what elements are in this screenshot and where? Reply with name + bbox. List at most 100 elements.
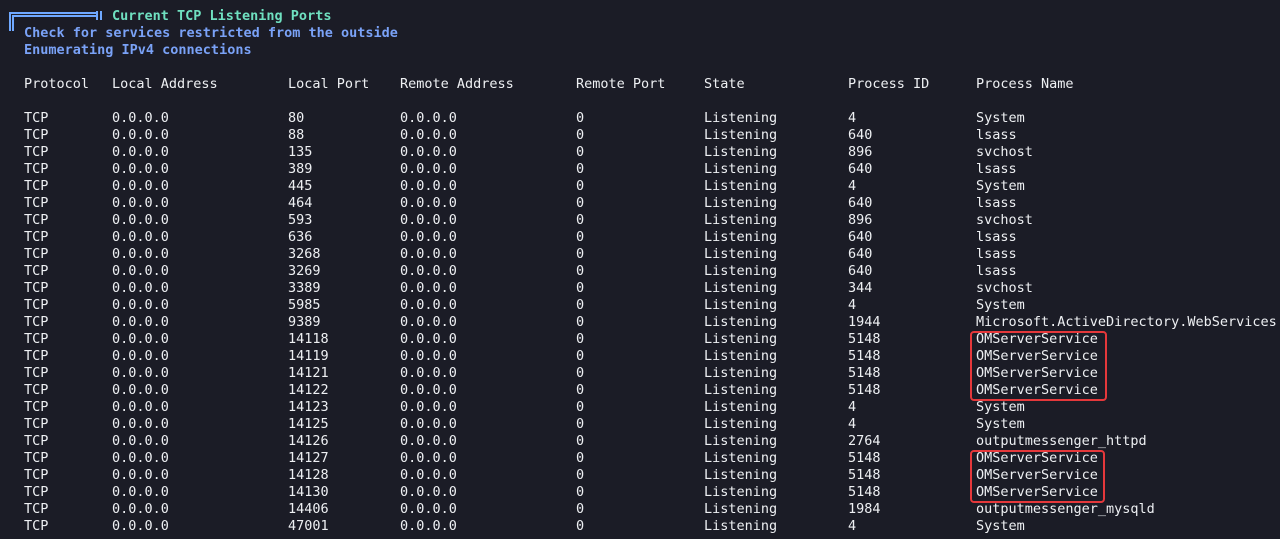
cell-remote-address: 0.0.0.0 — [400, 382, 457, 398]
cell-protocol: TCP — [24, 518, 49, 534]
cell-local-address: 0.0.0.0 — [112, 195, 169, 211]
cell-process-name: lsass — [976, 229, 1017, 245]
column-header-process-name: Process Name — [976, 76, 1074, 92]
cell-process-id: 640 — [848, 195, 873, 211]
cell-state: Listening — [704, 501, 778, 517]
table-row: TCP 0.0.0.0 5985 0.0.0.0 0 Listening 4 System — [0, 297, 1280, 314]
cell-local-address: 0.0.0.0 — [112, 399, 169, 415]
cell-remote-port: 0 — [576, 195, 585, 211]
table-row: TCP 0.0.0.0 14406 0.0.0.0 0 Listening 1984 outp… — [0, 501, 1280, 518]
column-header-remote-port: Remote Port — [576, 76, 666, 92]
cell-process-id: 4 — [848, 518, 857, 534]
cell-process-id: 344 — [848, 280, 873, 296]
cell-state: Listening — [704, 399, 778, 415]
cell-protocol: TCP — [24, 263, 49, 279]
cell-protocol: TCP — [24, 467, 49, 483]
table-row: TCP 0.0.0.0 14123 0.0.0.0 0 Listening 4 System — [0, 399, 1280, 416]
cell-process-name: svchost — [976, 212, 1033, 228]
cell-state: Listening — [704, 433, 778, 449]
cell-local-port: 14119 — [288, 348, 329, 364]
cell-local-address: 0.0.0.0 — [112, 127, 169, 143]
cell-protocol: TCP — [24, 382, 49, 398]
cell-protocol: TCP — [24, 280, 49, 296]
cell-local-port: 14122 — [288, 382, 329, 398]
cell-process-name: System — [976, 518, 1025, 534]
cell-state: Listening — [704, 110, 778, 126]
cell-state: Listening — [704, 195, 778, 211]
cell-remote-address: 0.0.0.0 — [400, 365, 457, 381]
cell-local-address: 0.0.0.0 — [112, 144, 169, 160]
cell-local-port: 14118 — [288, 331, 329, 347]
info-line-restricted: Check for services restricted from the o… — [24, 25, 398, 41]
cell-process-name: lsass — [976, 127, 1017, 143]
cell-local-address: 0.0.0.0 — [112, 212, 169, 228]
cell-local-address: 0.0.0.0 — [112, 246, 169, 262]
cell-process-id: 5148 — [848, 331, 881, 347]
cell-remote-port: 0 — [576, 127, 585, 143]
cell-remote-address: 0.0.0.0 — [400, 518, 457, 534]
cell-protocol: TCP — [24, 195, 49, 211]
cell-state: Listening — [704, 484, 778, 500]
cell-state: Listening — [704, 212, 778, 228]
cell-local-port: 14128 — [288, 467, 329, 483]
cell-state: Listening — [704, 314, 778, 330]
cell-local-address: 0.0.0.0 — [112, 331, 169, 347]
cell-process-name: lsass — [976, 246, 1017, 262]
cell-remote-address: 0.0.0.0 — [400, 314, 457, 330]
cell-process-name: outputmessenger_mysqld — [976, 501, 1155, 517]
cell-remote-address: 0.0.0.0 — [400, 178, 457, 194]
cell-remote-port: 0 — [576, 399, 585, 415]
cell-local-address: 0.0.0.0 — [112, 348, 169, 364]
cell-state: Listening — [704, 382, 778, 398]
table-row: TCP 0.0.0.0 9389 0.0.0.0 0 Listening 1944 Micro… — [0, 314, 1280, 331]
cell-remote-address: 0.0.0.0 — [400, 331, 457, 347]
cell-remote-address: 0.0.0.0 — [400, 212, 457, 228]
table-row: TCP 0.0.0.0 389 0.0.0.0 0 Listening 640 lsass — [0, 161, 1280, 178]
cell-local-port: 14130 — [288, 484, 329, 500]
cell-process-id: 640 — [848, 246, 873, 262]
cell-local-address: 0.0.0.0 — [112, 450, 169, 466]
cell-process-id: 640 — [848, 229, 873, 245]
cell-remote-port: 0 — [576, 229, 585, 245]
cell-local-address: 0.0.0.0 — [112, 365, 169, 381]
cell-protocol: TCP — [24, 127, 49, 143]
table-header: Protocol Local Address Local Port Remote… — [0, 76, 1280, 93]
cell-state: Listening — [704, 467, 778, 483]
cell-process-id: 5148 — [848, 382, 881, 398]
cell-local-address: 0.0.0.0 — [112, 280, 169, 296]
cell-remote-port: 0 — [576, 331, 585, 347]
cell-remote-port: 0 — [576, 416, 585, 432]
cell-protocol: TCP — [24, 450, 49, 466]
cell-remote-address: 0.0.0.0 — [400, 501, 457, 517]
cell-state: Listening — [704, 246, 778, 262]
cell-remote-port: 0 — [576, 144, 585, 160]
cell-local-address: 0.0.0.0 — [112, 467, 169, 483]
table-row: TCP 0.0.0.0 14126 0.0.0.0 0 Listening 2764 outp… — [0, 433, 1280, 450]
highlight-box-omserver-group-1 — [970, 331, 1107, 401]
cell-process-name: lsass — [976, 263, 1017, 279]
cell-remote-address: 0.0.0.0 — [400, 229, 457, 245]
cell-local-port: 135 — [288, 144, 313, 160]
cell-process-id: 4 — [848, 297, 857, 313]
cell-local-address: 0.0.0.0 — [112, 314, 169, 330]
cell-remote-address: 0.0.0.0 — [400, 484, 457, 500]
info-line-enumerating: Enumerating IPv4 connections — [24, 42, 252, 58]
cell-remote-port: 0 — [576, 297, 585, 313]
cell-process-id: 640 — [848, 127, 873, 143]
cell-remote-address: 0.0.0.0 — [400, 263, 457, 279]
cell-state: Listening — [704, 127, 778, 143]
cell-protocol: TCP — [24, 178, 49, 194]
cell-state: Listening — [704, 280, 778, 296]
cell-protocol: TCP — [24, 484, 49, 500]
cell-remote-address: 0.0.0.0 — [400, 348, 457, 364]
cell-local-port: 14406 — [288, 501, 329, 517]
cell-remote-address: 0.0.0.0 — [400, 195, 457, 211]
cell-state: Listening — [704, 263, 778, 279]
cell-process-name: System — [976, 416, 1025, 432]
cell-remote-port: 0 — [576, 110, 585, 126]
section-title: Current TCP Listening Ports — [112, 8, 332, 24]
cell-protocol: TCP — [24, 246, 49, 262]
cell-remote-port: 0 — [576, 246, 585, 262]
cell-remote-address: 0.0.0.0 — [400, 110, 457, 126]
cell-remote-address: 0.0.0.0 — [400, 433, 457, 449]
